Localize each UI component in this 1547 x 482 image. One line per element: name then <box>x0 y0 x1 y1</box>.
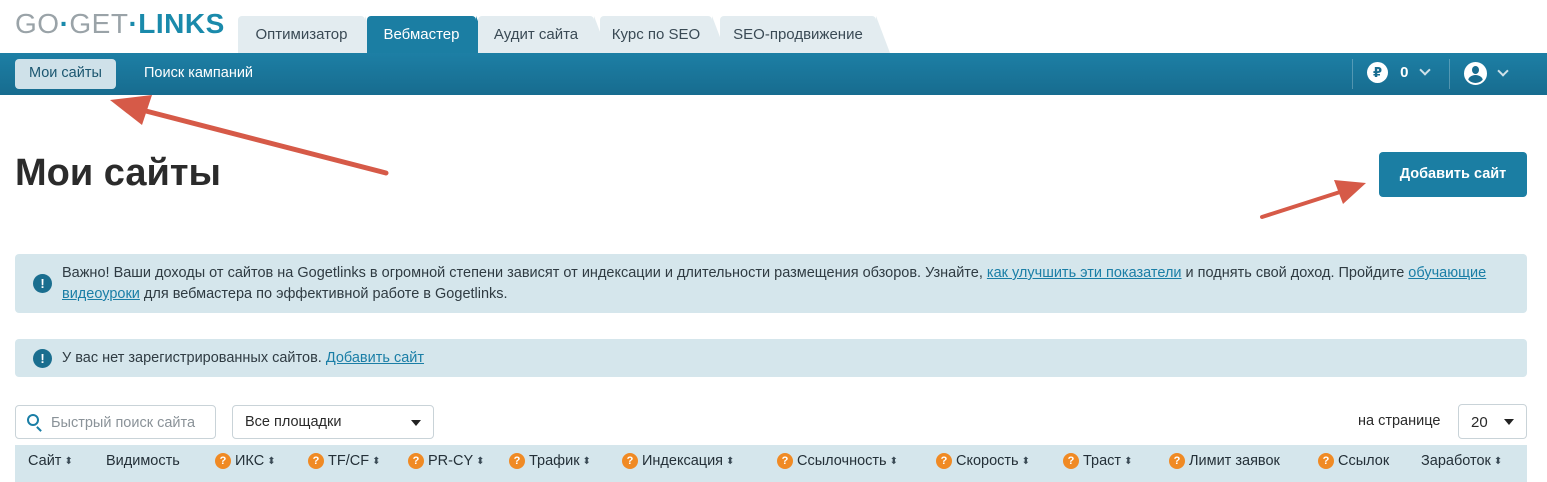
ruble-icon: ₽ <box>1367 62 1388 83</box>
info-icon: ! <box>33 274 52 293</box>
logo-links: LINKS <box>138 8 225 39</box>
column-visibility: Видимость <box>106 453 180 469</box>
help-icon[interactable]: ? <box>308 453 324 469</box>
header: GO·GET·LINKS Оптимизатор Вебмастер Аудит… <box>0 0 1547 53</box>
nav-divider <box>1449 59 1450 89</box>
chevron-down-icon <box>1419 64 1431 76</box>
user-menu[interactable] <box>1464 62 1510 86</box>
alert-text: Важно! Ваши доходы от сайтов на Gogetlin… <box>62 263 1512 305</box>
column-speed[interactable]: ? Скорость ⬍ <box>936 453 1030 469</box>
nav-divider <box>1352 59 1353 89</box>
sort-icon: ⬍ <box>64 456 73 467</box>
chevron-down-icon <box>1497 65 1510 77</box>
tab-site-audit[interactable]: Аудит сайта <box>478 16 608 53</box>
sort-icon: ⬍ <box>1124 456 1133 467</box>
sort-icon: ⬍ <box>267 456 276 467</box>
column-traffic[interactable]: ? Трафик ⬍ <box>509 453 591 469</box>
column-earnings[interactable]: Заработок ⬍ <box>1421 453 1502 469</box>
sites-table-header: Сайт ⬍ Видимость ? ИКС ⬍ ? TF/CF ⬍ ? PR-CY ⬍ ? Т… <box>15 445 1527 482</box>
sort-icon: ⬍ <box>372 456 381 467</box>
per-page-select[interactable]: 20 <box>1458 404 1527 439</box>
help-icon[interactable]: ? <box>1063 453 1079 469</box>
alert-text: У вас нет зарегистрированных сайтов. Доб… <box>62 348 424 368</box>
tab-seo-promotion[interactable]: SEO-продвижение <box>720 16 890 53</box>
platform-select-value: Все площадки <box>245 414 342 430</box>
help-icon[interactable]: ? <box>408 453 424 469</box>
sort-icon: ⬍ <box>889 456 898 467</box>
balance-menu[interactable]: ₽ 0 <box>1367 62 1431 86</box>
column-links: ? Ссылок <box>1318 453 1389 469</box>
help-icon[interactable]: ? <box>777 453 793 469</box>
alert-text-part: и поднять свой доход. Пройдите <box>1181 265 1409 281</box>
help-icon[interactable]: ? <box>509 453 525 469</box>
info-alert-empty: ! У вас нет зарегистрированных сайтов. Д… <box>15 339 1527 377</box>
balance-value: 0 <box>1400 64 1409 81</box>
sub-navbar: Мои сайты Поиск кампаний ₽ 0 <box>0 53 1547 95</box>
alert-text-part: У вас нет зарегистрированных сайтов. <box>62 350 326 366</box>
logo-dot: · <box>128 8 139 39</box>
logo-get: GET <box>69 8 129 39</box>
column-pr-cy[interactable]: ? PR-CY ⬍ <box>408 453 485 469</box>
nav-my-sites[interactable]: Мои сайты <box>15 59 116 89</box>
improve-metrics-link[interactable]: как улучшить эти показатели <box>987 265 1182 281</box>
search-icon <box>27 414 39 426</box>
info-icon: ! <box>33 349 52 368</box>
column-trust[interactable]: ? Траст ⬍ <box>1063 453 1132 469</box>
sort-icon: ⬍ <box>726 456 735 467</box>
sort-icon: ⬍ <box>1021 456 1031 467</box>
caret-down-icon <box>1504 419 1514 425</box>
help-icon[interactable]: ? <box>1169 453 1185 469</box>
search-input[interactable] <box>51 412 211 434</box>
column-link-density[interactable]: ? Ссылочность ⬍ <box>777 453 898 469</box>
per-page-label: на странице <box>1358 413 1441 429</box>
user-avatar-icon <box>1464 62 1487 85</box>
help-icon[interactable]: ? <box>1318 453 1334 469</box>
help-icon[interactable]: ? <box>215 453 231 469</box>
sort-icon: ⬍ <box>1493 456 1503 467</box>
sort-icon: ⬍ <box>476 456 485 467</box>
column-indexing[interactable]: ? Индексация ⬍ <box>622 453 734 469</box>
column-tf-cf[interactable]: ? TF/CF ⬍ <box>308 453 380 469</box>
quick-search[interactable] <box>15 405 216 439</box>
logo[interactable]: GO·GET·LINKS <box>15 8 225 40</box>
tab-seo-course[interactable]: Курс по SEO <box>600 16 726 53</box>
page-title: Мои сайты <box>15 152 221 194</box>
logo-go: GO <box>15 8 60 39</box>
alert-text-part: для вебмастера по эффективной работе в G… <box>139 286 508 302</box>
alert-text-part: Важно! Ваши доходы от сайтов на Gogetlin… <box>62 265 987 281</box>
annotation-arrow-add-site <box>1260 180 1366 219</box>
help-icon[interactable]: ? <box>622 453 638 469</box>
sort-icon: ⬍ <box>582 456 591 467</box>
help-icon[interactable]: ? <box>936 453 952 469</box>
nav-campaign-search[interactable]: Поиск кампаний <box>130 59 267 89</box>
column-iks[interactable]: ? ИКС ⬍ <box>215 453 276 469</box>
logo-dot: · <box>59 8 70 39</box>
info-alert-notice: ! Важно! Ваши доходы от сайтов на Gogetl… <box>15 254 1527 313</box>
column-site[interactable]: Сайт ⬍ <box>28 453 73 469</box>
caret-down-icon <box>411 420 421 426</box>
tab-webmaster[interactable]: Вебмастер <box>367 16 490 53</box>
per-page-value: 20 <box>1471 414 1488 431</box>
column-request-limit: ? Лимит заявок <box>1169 453 1280 469</box>
tab-optimizer[interactable]: Оптимизатор <box>238 16 379 53</box>
platform-select[interactable]: Все площадки <box>232 405 434 439</box>
add-site-button[interactable]: Добавить сайт <box>1379 152 1527 197</box>
add-site-link[interactable]: Добавить сайт <box>326 350 424 366</box>
